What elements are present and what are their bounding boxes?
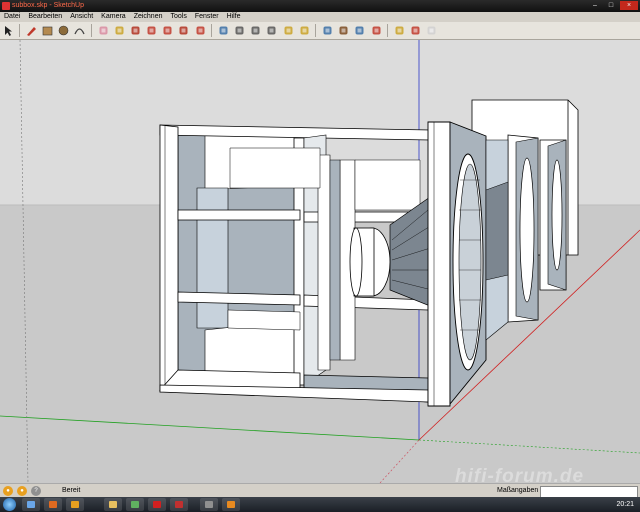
status-message: Bereit [62,487,81,494]
front-driver-cone [458,163,482,361]
help-icon[interactable]: ? [31,486,41,496]
rear-driver-3 [551,159,563,271]
walk-icon[interactable] [337,24,350,37]
taskbar-item-firefox[interactable] [44,498,62,511]
watermark: hifi-forum.de [455,466,585,487]
eraser-icon[interactable] [97,24,110,37]
menu-ansicht[interactable]: Ansicht [66,12,97,22]
menu-kamera[interactable]: Kamera [97,12,130,22]
axes-icon[interactable] [321,24,334,37]
tool-bar [0,22,640,40]
warehouse-icon[interactable] [425,24,438,37]
arc-icon[interactable] [73,24,86,37]
orbit-icon[interactable] [217,24,230,37]
offset-icon[interactable] [194,24,207,37]
taskbar-item-opera[interactable] [148,498,166,511]
credits-icon[interactable]: ● [17,486,27,496]
taskbar-item-sketchup[interactable] [170,498,188,511]
circle-icon[interactable] [57,24,70,37]
menu-datei[interactable]: Datei [0,12,24,22]
pan-icon[interactable] [233,24,246,37]
minimize-button[interactable]: – [588,1,602,10]
components-icon[interactable] [393,24,406,37]
taskbar-item-folder[interactable] [104,498,122,511]
toolbar-separator [387,24,389,37]
window-controls: – □ × [588,1,638,11]
taskbar-item-app[interactable] [126,498,144,511]
select-icon[interactable] [2,24,15,37]
push-pull-icon[interactable] [129,24,142,37]
taskbar-item-tool[interactable] [200,498,218,511]
rear-driver-2 [519,157,535,303]
windows-taskbar: 20:21 [0,497,640,512]
rectangle-icon[interactable] [41,24,54,37]
model-viewport[interactable] [0,40,640,483]
scene-svg [0,40,640,483]
menu-bearbeiten[interactable]: Bearbeiten [24,12,66,22]
toolbar-separator [211,24,213,37]
position-camera-icon[interactable] [370,24,383,37]
text-icon[interactable] [298,24,311,37]
pencil-icon[interactable] [25,24,38,37]
shelf-upper-left [177,209,301,221]
window-title: subbox.skp - SketchUp [12,2,84,9]
sketchup-app-icon [2,2,10,10]
move-icon[interactable] [145,24,158,37]
menu-zeichnen[interactable]: Zeichnen [130,12,167,22]
menu-hilfe[interactable]: Hilfe [223,12,245,22]
rotate-icon[interactable] [161,24,174,37]
follow-me-icon[interactable] [177,24,190,37]
box-left-pillar [196,187,229,329]
title-bar: subbox.skp - SketchUp – □ × [0,0,640,12]
tape-measure-icon[interactable] [282,24,295,37]
look-around-icon[interactable] [353,24,366,37]
menu-tools[interactable]: Tools [166,12,190,22]
materials-icon[interactable] [409,24,422,37]
taskbar-item-media[interactable] [66,498,84,511]
start-button[interactable] [3,498,16,511]
maximize-button[interactable]: □ [604,1,618,10]
geolocation-icon[interactable]: ● [3,486,13,496]
paint-bucket-icon[interactable] [113,24,126,37]
menu-fenster[interactable]: Fenster [191,12,223,22]
left-post-front [159,124,179,393]
toolbar-separator [19,24,21,37]
close-button[interactable]: × [620,1,638,10]
taskbar-clock: 20:21 [616,501,634,508]
toolbar-separator [315,24,317,37]
taskbar-item-explorer[interactable] [22,498,40,511]
front-baffle-side [427,121,451,407]
toolbar-separator [90,24,92,37]
zoom-extents-icon[interactable] [265,24,278,37]
zoom-icon[interactable] [249,24,262,37]
taskbar-item-vlc[interactable] [222,498,240,511]
